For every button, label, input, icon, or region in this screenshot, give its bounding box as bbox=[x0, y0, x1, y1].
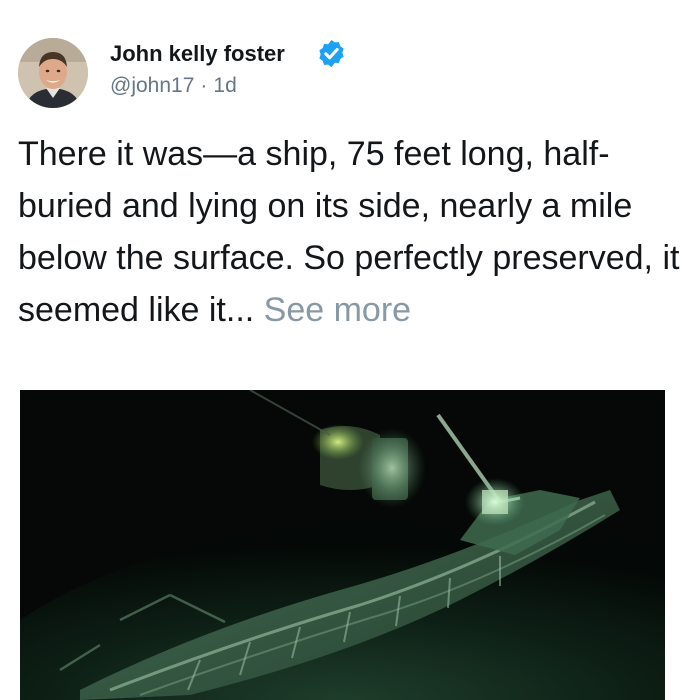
author-handle[interactable]: @john17 bbox=[110, 74, 194, 97]
tweet-media[interactable] bbox=[20, 390, 665, 700]
see-more-link[interactable]: See more bbox=[264, 291, 411, 329]
verified-badge-icon bbox=[319, 39, 344, 68]
handle-line: @john17 · 1d bbox=[110, 73, 237, 99]
tweet-card: John kelly foster @john17 · 1d There it wa… bbox=[0, 0, 700, 700]
tweet-time[interactable]: 1d bbox=[213, 74, 236, 97]
tweet-text: There it was—a ship, 75 feet long, half-… bbox=[18, 128, 698, 336]
avatar-photo bbox=[18, 38, 88, 108]
shipwreck-photo bbox=[20, 390, 665, 700]
avatar[interactable] bbox=[18, 38, 88, 108]
separator-dot: · bbox=[200, 74, 208, 97]
author-name[interactable]: John kelly foster bbox=[110, 41, 285, 67]
